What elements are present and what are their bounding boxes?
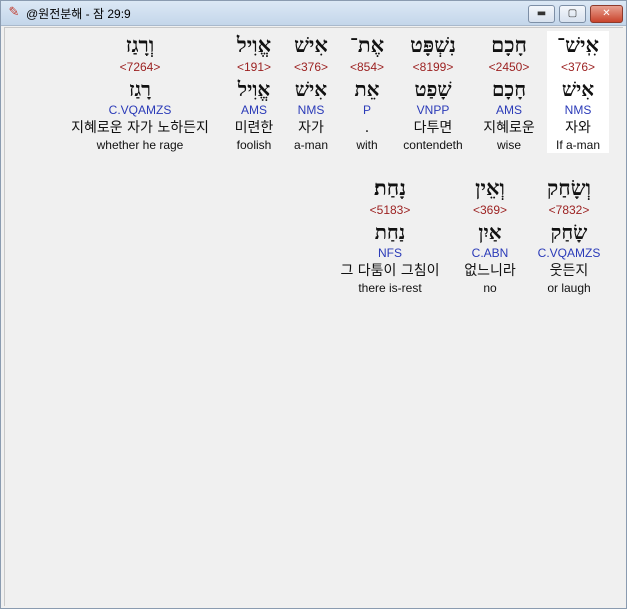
word-column[interactable]: וְרָגַז <7264> רָגַז C.VQAMZS 지혜로운 자가 노하… [57,31,223,153]
morphology-code: NMS [297,103,325,117]
morphology-code: NFS [378,246,402,260]
word-column[interactable]: אִֽישׁ־ <376> אִישׁ NMS 자와 If a-man [547,31,609,153]
korean-gloss: 자와 [565,120,591,136]
word-column[interactable]: וְשָׂחַק <7832> שָׂחַק C.VQAMZS 웃든지 or l… [529,174,609,296]
hebrew-word[interactable]: חָכָם [475,31,543,59]
word-column[interactable]: אֱוִיל <191> אֱוִיל AMS 미련한 foolish [227,31,281,153]
hebrew-word[interactable]: אִֽישׁ־ [547,31,609,59]
hebrew-word[interactable]: אֱוִיל [227,31,281,59]
morphology-code: NMS [564,103,592,117]
strong-number[interactable]: <7264> [57,59,223,75]
strong-number[interactable]: <5183> [331,202,449,218]
word-column[interactable]: נִשְׁפָּט <8199> שָׁפַט VNPP 다투면 contend… [397,31,469,153]
app-window: ✎ @원전분해 - 잠 29:9 ▬ ▢ ✕ אִֽישׁ־ <376> אִי… [0,0,627,609]
title-bar[interactable]: ✎ @원전분해 - 잠 29:9 ▬ ▢ ✕ [1,1,626,26]
english-gloss: whether he rage [96,138,184,152]
korean-gloss: 그 다툼이 그침이 [340,263,440,279]
korean-gloss: 지혜로운 [483,120,535,136]
minimize-button[interactable]: ▬ [528,5,555,23]
english-gloss: or laugh [547,281,591,295]
morphology-code: AMS [240,103,267,117]
english-gloss: there is-rest [358,281,422,295]
hebrew-lemma: אַיִן [478,220,502,244]
hebrew-lemma: אֱוִיל [237,77,271,101]
hebrew-lemma: שָׁפַט [414,77,452,101]
korean-gloss: . [364,120,370,136]
korean-gloss: 자가 [298,120,324,136]
english-gloss: a-man [293,138,328,152]
morphology-code: VNPP [416,103,450,117]
window-title: @원전분해 - 잠 29:9 [26,7,131,21]
english-gloss: foolish [236,138,272,152]
korean-gloss: 없느니라 [464,263,516,279]
korean-gloss: 웃든지 [549,263,589,279]
morphology-code: C.VQAMZS [537,246,601,260]
strong-number[interactable]: <7832> [529,202,609,218]
morphology-code: C.ABN [471,246,509,260]
hebrew-lemma: שָׂחַק [550,220,588,244]
word-column[interactable]: וְאֵין <369> אַיִן C.ABN 없느니라 no [455,174,525,296]
hebrew-word[interactable]: אִישׁ [285,31,337,59]
hebrew-lemma: נַחַת [374,220,406,244]
hebrew-lemma: חָכָם [491,77,527,101]
strong-number[interactable]: <2450> [475,59,543,75]
maximize-button[interactable]: ▢ [559,5,586,23]
english-gloss: contendeth [403,138,463,152]
close-button[interactable]: ✕ [590,5,623,23]
hebrew-word[interactable]: נָחַת׃ [331,174,449,202]
word-column[interactable]: אִישׁ <376> אִישׁ NMS 자가 a-man [285,31,337,153]
app-logo-icon[interactable]: ✎ [6,5,22,21]
strong-number[interactable]: <376> [547,59,609,75]
english-gloss: If a-man [555,138,600,152]
word-column[interactable]: חָכָם <2450> חָכָם AMS 지혜로운 wise [475,31,543,153]
korean-gloss: 미련한 [234,120,274,136]
strong-number[interactable]: <191> [227,59,281,75]
strong-number[interactable]: <376> [285,59,337,75]
hebrew-lemma: רָגַז [128,77,151,101]
word-column[interactable]: נָחַת׃ <5183> נַחַת NFS 그 다툼이 그침이 there … [331,174,449,296]
english-gloss: wise [496,138,521,152]
hebrew-word[interactable]: וְאֵין [455,174,525,202]
english-gloss: no [483,281,497,295]
hebrew-word[interactable]: נִשְׁפָּט [397,31,469,59]
hebrew-lemma: אִישׁ [561,77,595,101]
hebrew-word[interactable]: אֶת־ [343,31,391,59]
strong-number[interactable]: <854> [343,59,391,75]
hebrew-lemma: אִישׁ [294,77,328,101]
word-analysis-panel: אִֽישׁ־ <376> אִישׁ NMS 자와 If a-man חָכָ… [4,27,623,606]
korean-gloss: 다투면 [413,120,453,136]
strong-number[interactable]: <369> [455,202,525,218]
strong-number[interactable]: <8199> [397,59,469,75]
english-gloss: with [356,138,378,152]
word-column[interactable]: אֶת־ <854> אֵת P . with [343,31,391,153]
morphology-code: C.VQAMZS [108,103,172,117]
hebrew-word[interactable]: וְרָגַז [57,31,223,59]
korean-gloss: 지혜로운 자가 노하든지 [71,120,209,136]
hebrew-lemma: אֵת [354,77,380,101]
hebrew-word[interactable]: וְשָׂחַק [529,174,609,202]
morphology-code: AMS [495,103,522,117]
morphology-code: P [362,103,371,117]
